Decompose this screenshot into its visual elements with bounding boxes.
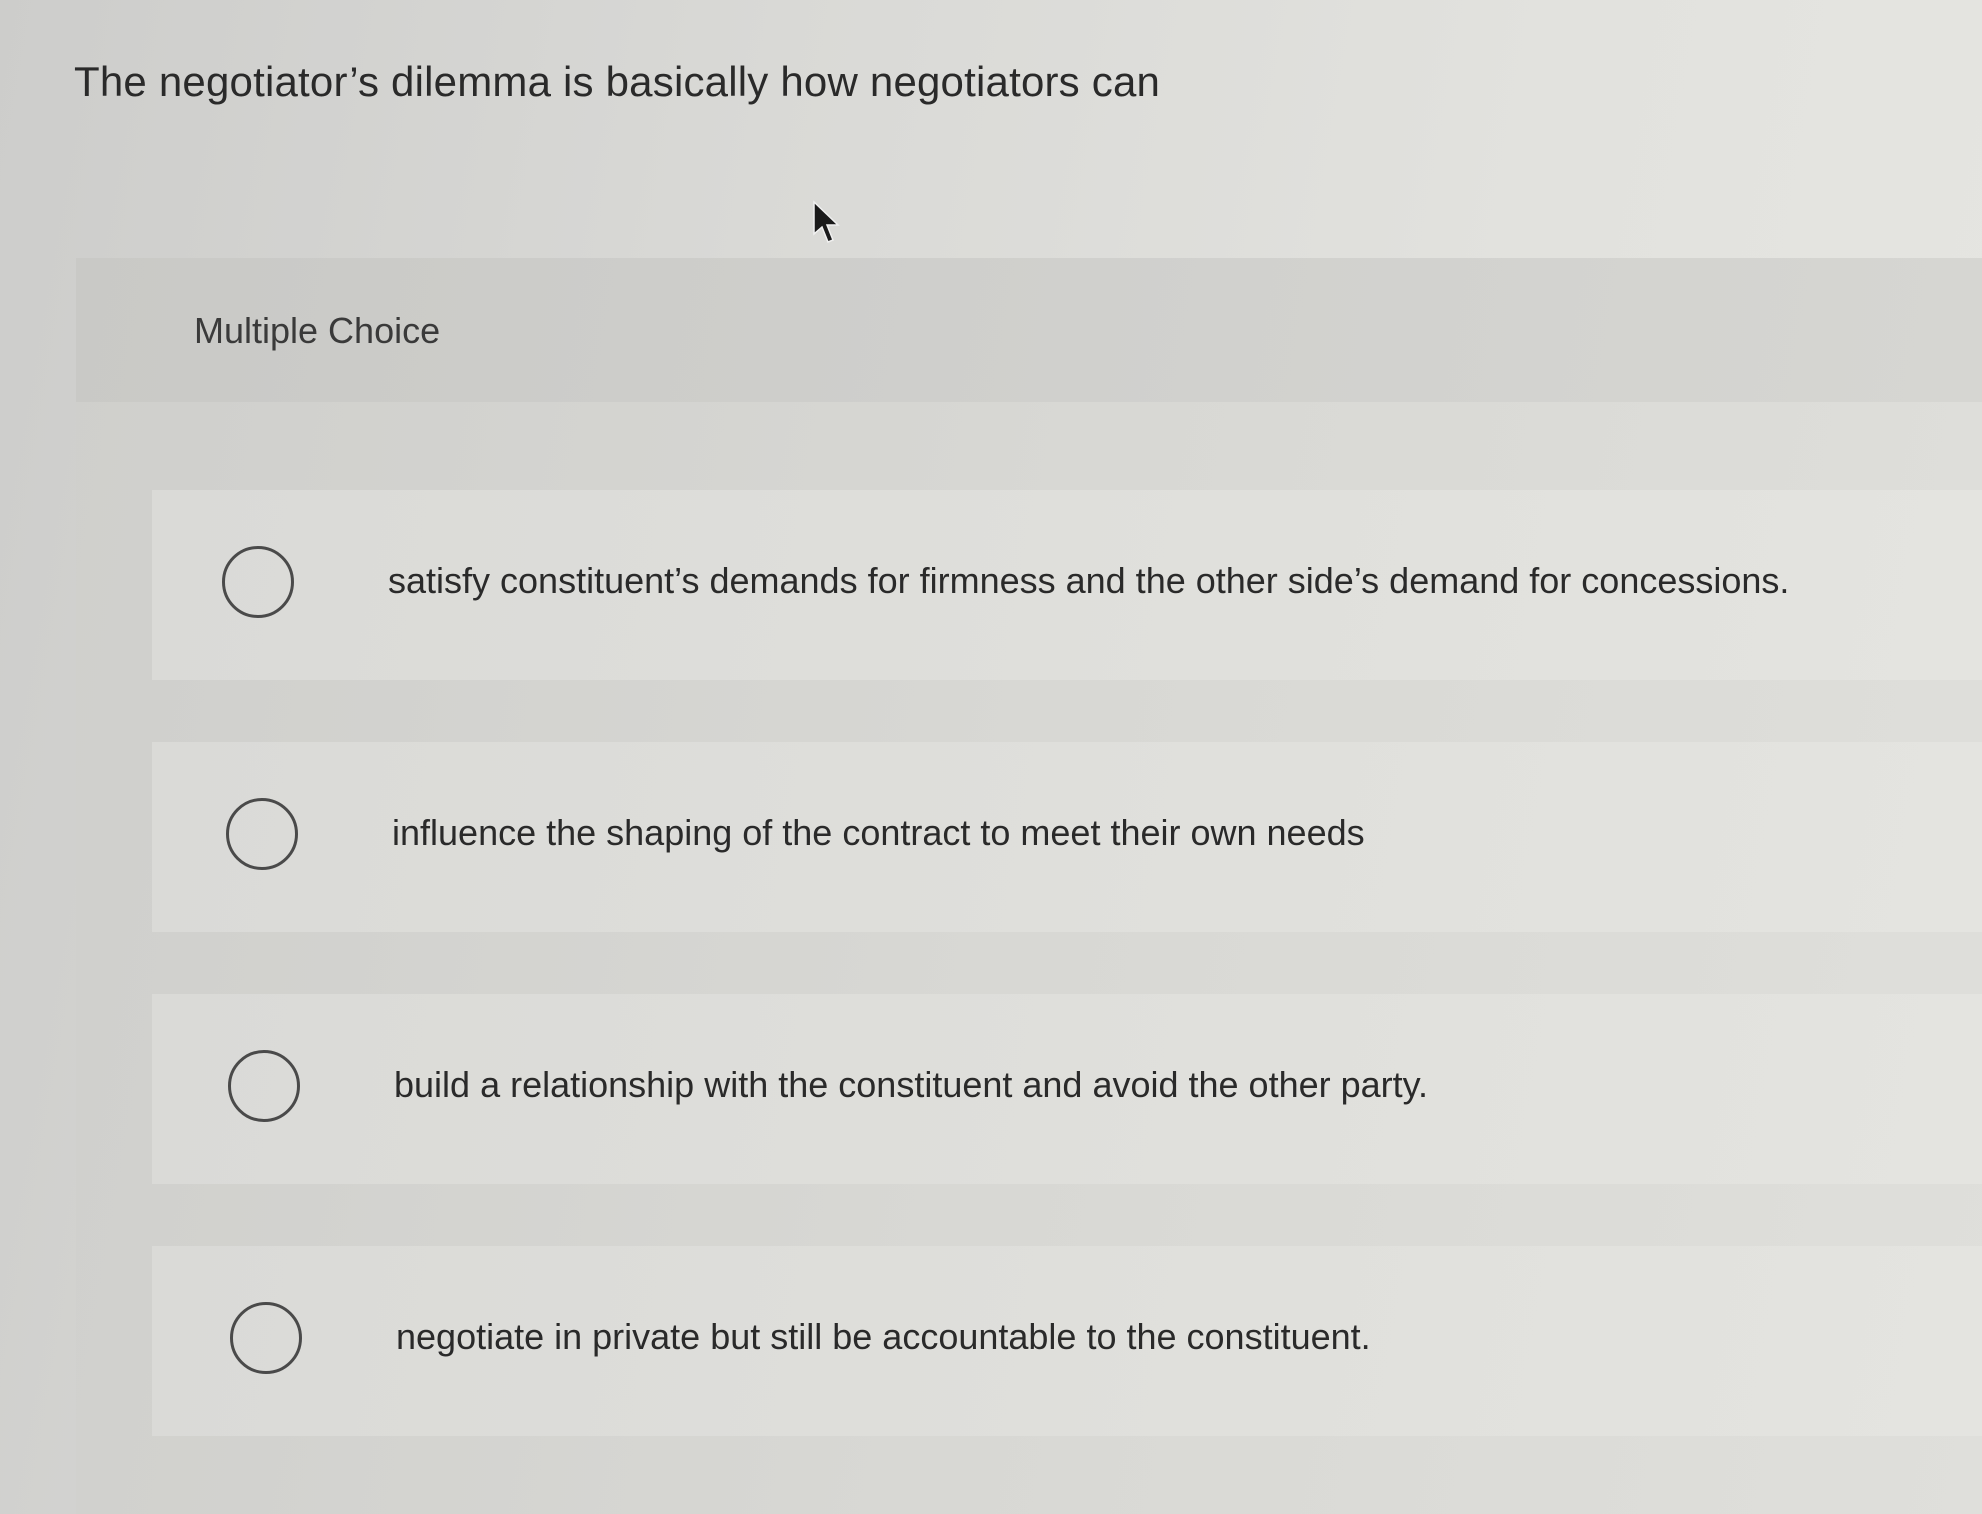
question-type-header: Multiple Choice — [76, 258, 1982, 402]
question-type-label: Multiple Choice — [194, 310, 441, 351]
answer-option-label: satisfy constituent’s demands for firmne… — [388, 560, 1790, 601]
answer-option-1[interactable]: satisfy constituent’s demands for firmne… — [152, 490, 1982, 680]
radio-unchecked-icon[interactable] — [222, 546, 294, 618]
mouse-pointer-icon — [813, 200, 840, 243]
question-text: The negotiator’s dilemma is basically ho… — [74, 58, 1161, 105]
answer-option-label: build a relationship with the constituen… — [394, 1064, 1428, 1105]
answer-option-label: negotiate in private but still be accoun… — [396, 1316, 1371, 1357]
answer-option-2[interactable]: influence the shaping of the contract to… — [152, 742, 1982, 932]
radio-unchecked-icon[interactable] — [228, 1050, 300, 1122]
answer-option-label: influence the shaping of the contract to… — [392, 812, 1365, 853]
answer-option-3[interactable]: build a relationship with the constituen… — [152, 994, 1982, 1184]
radio-unchecked-icon[interactable] — [230, 1302, 302, 1374]
radio-unchecked-icon[interactable] — [226, 798, 298, 870]
answer-option-4[interactable]: negotiate in private but still be accoun… — [152, 1246, 1982, 1436]
